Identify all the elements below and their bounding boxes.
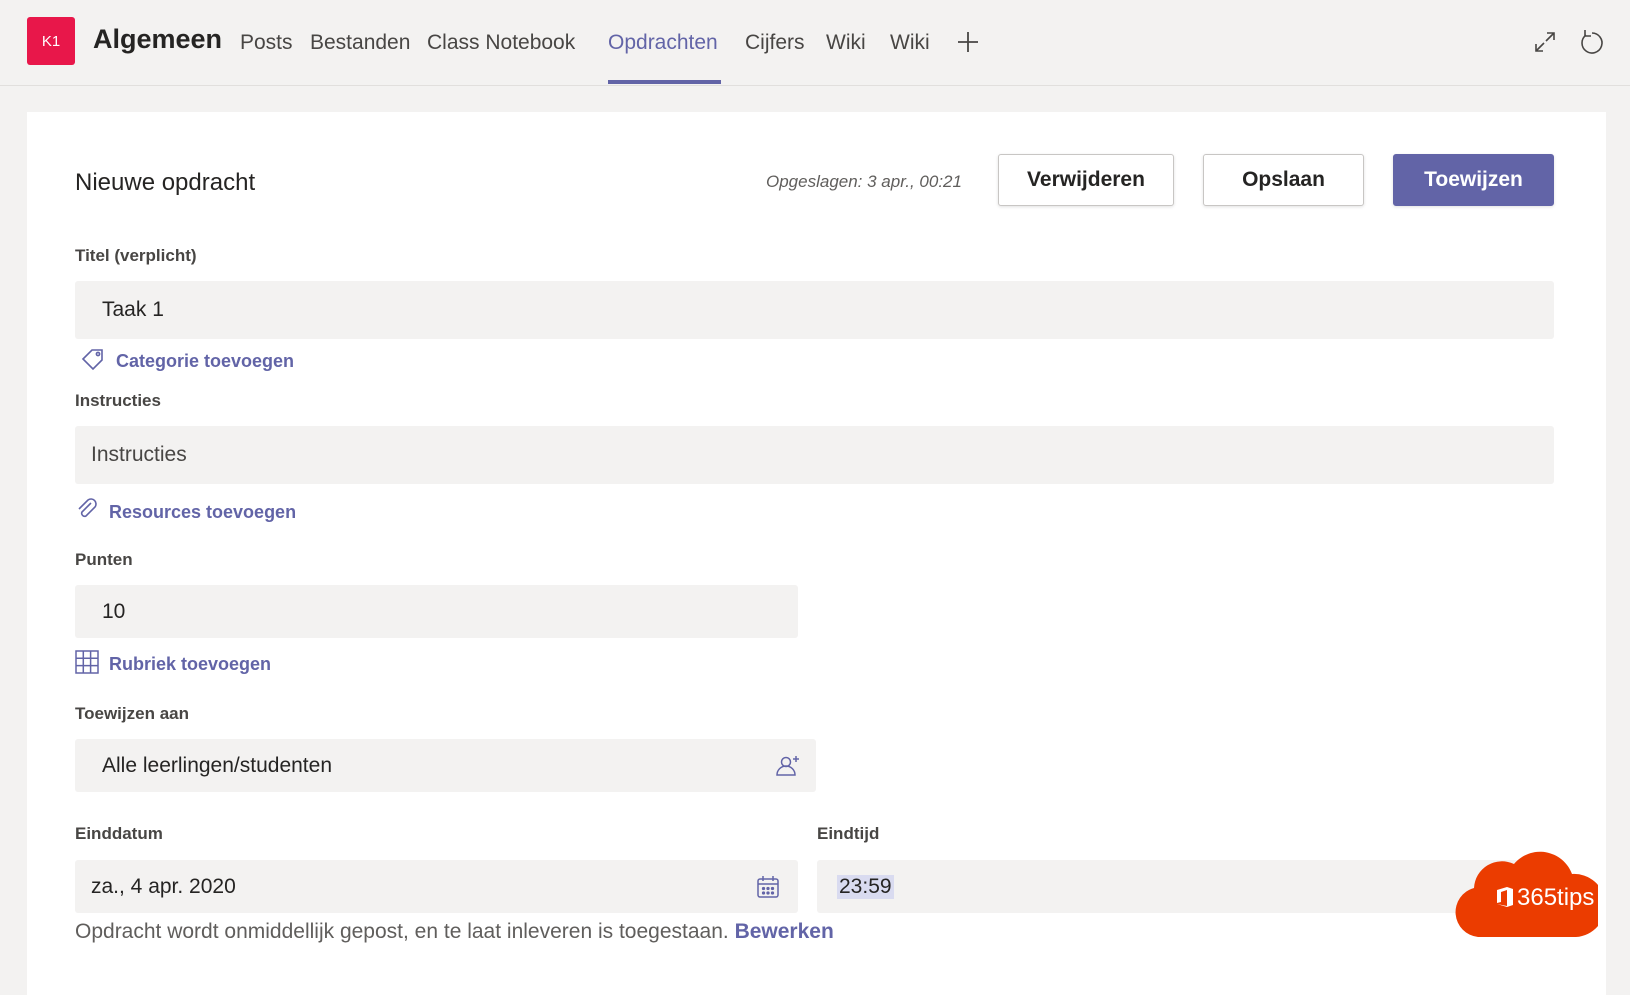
title-input[interactable]: Taak 1 (75, 281, 1554, 339)
tag-icon (80, 347, 106, 376)
top-bar: K1 Algemeen Posts Bestanden Class Notebo… (0, 0, 1630, 86)
team-name: Algemeen (93, 24, 223, 54)
team-avatar[interactable]: K1 (27, 17, 75, 65)
office-logo-icon (1497, 887, 1513, 907)
tab-wiki-1[interactable]: Wiki (826, 31, 866, 55)
brand-text: 365tips (1517, 884, 1595, 911)
tab-wiki-2[interactable]: Wiki (890, 31, 930, 55)
saved-status: Opgeslagen: 3 apr., 00:21 (766, 172, 962, 191)
grid-icon (75, 650, 99, 679)
points-input[interactable]: 10 (75, 585, 798, 638)
assign-button[interactable]: Toewijzen (1393, 154, 1554, 206)
assign-to-value: Alle leerlingen/studenten (102, 753, 332, 777)
add-resources-link[interactable]: Resources toevoegen (75, 497, 296, 528)
calendar-icon[interactable] (755, 874, 781, 900)
page-title: Nieuwe opdracht (75, 169, 256, 196)
title-label: Titel (verplicht) (75, 246, 197, 265)
due-time-field[interactable]: 23:59 (817, 860, 1554, 913)
add-person-icon[interactable] (775, 753, 801, 779)
add-category-link[interactable]: Categorie toevoegen (80, 347, 294, 376)
due-date-label: Einddatum (75, 824, 163, 843)
add-resources-label: Resources toevoegen (109, 502, 297, 522)
edit-link[interactable]: Bewerken (735, 920, 834, 943)
delete-button[interactable]: Verwijderen (998, 154, 1174, 206)
due-date-value: za., 4 apr. 2020 (91, 874, 236, 898)
team-initials: K1 (41, 32, 61, 50)
points-value: 10 (102, 599, 126, 623)
add-tab-icon[interactable] (955, 27, 981, 57)
add-category-label: Categorie toevoegen (116, 351, 295, 371)
refresh-icon[interactable] (1578, 28, 1606, 56)
points-label: Punten (75, 550, 133, 569)
brand-watermark: 365tips (1495, 884, 1594, 912)
instructions-placeholder: Instructies (91, 443, 187, 466)
posting-note-text: Opdracht wordt onmiddellijk gepost, en t… (75, 920, 729, 943)
tab-bestanden[interactable]: Bestanden (310, 31, 410, 55)
assignment-card: Nieuwe opdracht Opgeslagen: 3 apr., 00:2… (27, 112, 1606, 995)
due-time-label: Eindtijd (817, 824, 880, 843)
active-tab-indicator (608, 80, 721, 84)
posting-note: Opdracht wordt onmiddellijk gepost, en t… (75, 920, 834, 944)
paperclip-icon (75, 497, 99, 528)
tab-opdrachten[interactable]: Opdrachten (608, 31, 718, 55)
tab-cijfers[interactable]: Cijfers (745, 31, 805, 55)
due-date-field[interactable]: za., 4 apr. 2020 (75, 860, 798, 913)
assign-to-field[interactable]: Alle leerlingen/studenten (75, 739, 816, 792)
expand-icon[interactable] (1531, 28, 1559, 56)
instructions-input[interactable]: Instructies (75, 426, 1554, 484)
title-value: Taak 1 (102, 298, 164, 321)
due-time-value: 23:59 (837, 874, 894, 899)
add-rubric-label: Rubriek toevoegen (109, 654, 272, 674)
instructions-label: Instructies (75, 391, 161, 410)
assign-to-label: Toewijzen aan (75, 704, 189, 723)
save-button[interactable]: Opslaan (1203, 154, 1364, 206)
tab-class-notebook[interactable]: Class Notebook (427, 31, 575, 55)
tab-posts[interactable]: Posts (240, 31, 293, 55)
add-rubric-link[interactable]: Rubriek toevoegen (75, 650, 271, 679)
